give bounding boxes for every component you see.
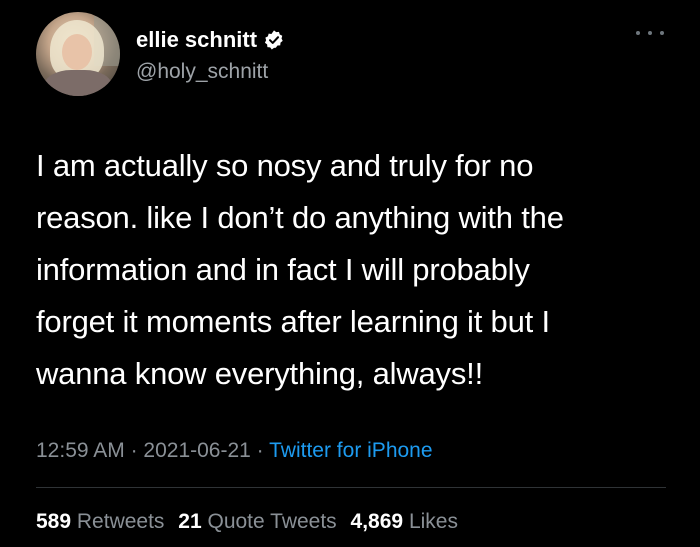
likes-label: Likes [408, 510, 458, 533]
quote-tweets-count: 21 [178, 510, 202, 533]
meta-separator: · [124, 439, 144, 462]
user-name-row[interactable]: ellie schnitt [136, 26, 285, 54]
retweets-label: Retweets [76, 510, 165, 533]
retweets-stat[interactable]: 589 Retweets [36, 510, 164, 533]
verified-badge-icon [264, 30, 283, 50]
more-dot [648, 31, 652, 35]
tweet-time[interactable]: 12:59 AM [36, 439, 125, 462]
tweet-card: ellie schnitt @holy_schnitt I am actuall… [0, 0, 700, 547]
meta-separator: · [250, 439, 270, 462]
tweet-line: forget it moments after learning it but … [36, 304, 550, 339]
likes-count: 4,869 [350, 510, 404, 533]
avatar-face [62, 34, 92, 70]
more-dot [660, 31, 664, 35]
user-handle[interactable]: @holy_schnitt [136, 58, 268, 86]
more-dot [636, 31, 640, 35]
tweet-source[interactable]: Twitter for iPhone [269, 439, 432, 462]
quote-tweets-stat[interactable]: 21 Quote Tweets [178, 510, 336, 533]
tweet-text: I am actually so nosy and truly for no r… [36, 140, 676, 400]
likes-stat[interactable]: 4,869 Likes [351, 510, 458, 533]
avatar[interactable] [36, 12, 120, 96]
quote-tweets-label: Quote Tweets [207, 510, 337, 533]
more-options-icon[interactable] [636, 26, 664, 40]
display-name[interactable]: ellie schnitt [136, 26, 257, 54]
tweet-line: wanna know everything, always!! [36, 356, 483, 391]
retweets-count: 589 [36, 510, 72, 533]
tweet-line: I am actually so nosy and truly for no [36, 148, 534, 183]
avatar-body [44, 70, 112, 96]
tweet-line: reason. like I don’t do anything with th… [36, 200, 564, 235]
tweet-meta: 12:59 AM · 2021-06-21 · Twitter for iPho… [36, 436, 433, 466]
tweet-date[interactable]: 2021-06-21 [143, 439, 250, 462]
tweet-line: information and in fact I will probably [36, 252, 530, 287]
tweet-stats: 589 Retweets 21 Quote Tweets 4,869 Likes [36, 507, 466, 537]
divider [36, 487, 666, 488]
